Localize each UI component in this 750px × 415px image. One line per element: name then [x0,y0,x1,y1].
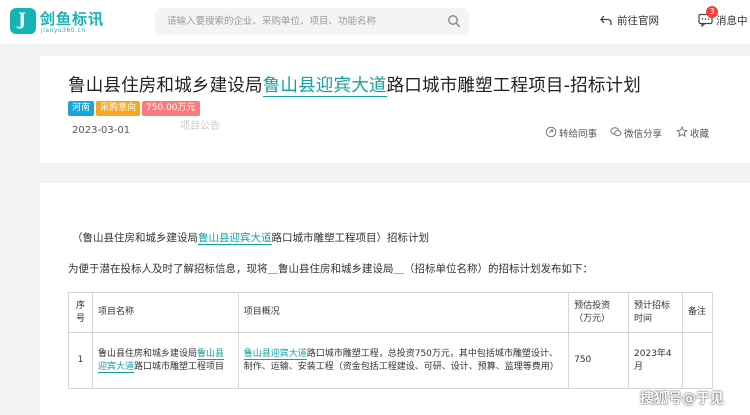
type-tag[interactable]: 采购意向 [96,101,141,116]
wechat-share-button[interactable]: 微信分享 [610,126,662,140]
intro-paragraph: 为便于潜在投标人及时了解招标信息，现将＿鲁山县住房和城乡建设局＿（招标单位名称）… [68,263,593,275]
message-count-badge: 3 [706,6,718,18]
redirect-icon [600,15,612,25]
share-to-colleague-button[interactable]: 转给同事 [545,126,597,140]
official-site-link[interactable]: 前往官网 [599,13,659,28]
col-header-no: 序号 [68,292,93,333]
search-icon[interactable] [447,14,461,28]
tag-list: 河南 采购意向 750.00万元 [68,101,202,117]
cell-no: 1 [68,332,93,389]
wechat-label: 微信分享 [624,129,663,140]
ghost-label: 项目公告 [180,121,220,132]
cell-budget: 750 [568,332,630,389]
site-logo[interactable]: J 剑鱼标讯 jianyu360.cn [10,7,120,37]
col-header-note: 备注 [681,292,714,333]
table-header-row: 序号 项目名称 项目概况 预估投资（万元） 预计招标时间 备注 [68,292,714,333]
wechat-icon [610,127,622,137]
cell-name-prefix: 鲁山县住房和城乡建设局 [97,348,197,359]
cell-note [681,332,714,389]
title-suffix: 路口城市雕塑工程项目-招标计划 [386,76,641,96]
col-header-desc: 项目概况 [237,292,570,333]
col-header-time: 预计招标时间 [628,292,683,333]
plan-heading-suffix: 路口城市雕塑工程项目）招标计划 [271,232,430,244]
messages-link[interactable]: 消息中 [698,13,748,28]
col-header-name: 项目名称 [91,292,239,333]
article-header-card: 鲁山县住房和城乡建设局鲁山县迎宾大道路口城市雕塑工程项目-招标计划 河南 采购意向… [40,56,750,163]
cell-name-suffix: 路口城市雕塑工程项目 [134,361,225,372]
amount-tag: 750.00万元 [142,101,200,116]
logo-domain: jianyu360.cn [41,27,86,34]
plan-heading-prefix: （鲁山县住房和城乡建设局 [72,232,198,244]
plan-heading: （鲁山县住房和城乡建设局鲁山县迎宾大道路口城市雕塑工程项目）招标计划 [72,230,429,245]
region-tag[interactable]: 河南 [68,101,95,116]
messages-label: 消息中 [716,15,748,27]
cell-desc-link[interactable]: 鲁山县迎宾大道 [243,348,307,360]
title-link[interactable]: 鲁山县迎宾大道 [262,76,387,97]
share-icon [545,126,557,138]
official-site-label: 前往官网 [617,15,659,27]
plan-table: 序号 项目名称 项目概况 预估投资（万元） 预计招标时间 备注 1 鲁山县住房和… [68,292,714,389]
cell-time: 2023年4月 [628,332,683,389]
star-icon [676,126,688,138]
watermark: 搜狐号@于见 [640,391,724,407]
publish-date: 2023-03-01 [72,125,131,136]
article-body-card: （鲁山县住房和城乡建设局鲁山县迎宾大道路口城市雕塑工程项目）招标计划 为便于潜在… [40,183,750,415]
search-box[interactable] [155,8,469,35]
cell-desc: 鲁山县迎宾大道路口城市雕塑工程，总投资750万元，其中包括城市雕塑设计、制作、运… [237,332,570,389]
favorite-button[interactable]: 收藏 [676,126,709,140]
top-header: J 剑鱼标讯 jianyu360.cn 前往官网 消息中 3 [0,0,750,44]
plan-heading-link[interactable]: 鲁山县迎宾大道 [198,232,272,245]
cell-name: 鲁山县住房和城乡建设局鲁山县迎宾大道路口城市雕塑工程项目 [91,332,239,389]
title-prefix: 鲁山县住房和城乡建设局 [68,76,263,96]
logo-mark-icon: J [10,8,36,34]
search-input[interactable] [155,8,435,35]
logo-name: 剑鱼标讯 [40,10,105,28]
favorite-label: 收藏 [690,129,710,140]
table-row: 1 鲁山县住房和城乡建设局鲁山县迎宾大道路口城市雕塑工程项目 鲁山县迎宾大道路口… [68,332,714,389]
col-header-budget: 预估投资（万元） [568,292,630,333]
share-label: 转给同事 [559,129,598,140]
page-title: 鲁山县住房和城乡建设局鲁山县迎宾大道路口城市雕塑工程项目-招标计划 [68,72,641,97]
